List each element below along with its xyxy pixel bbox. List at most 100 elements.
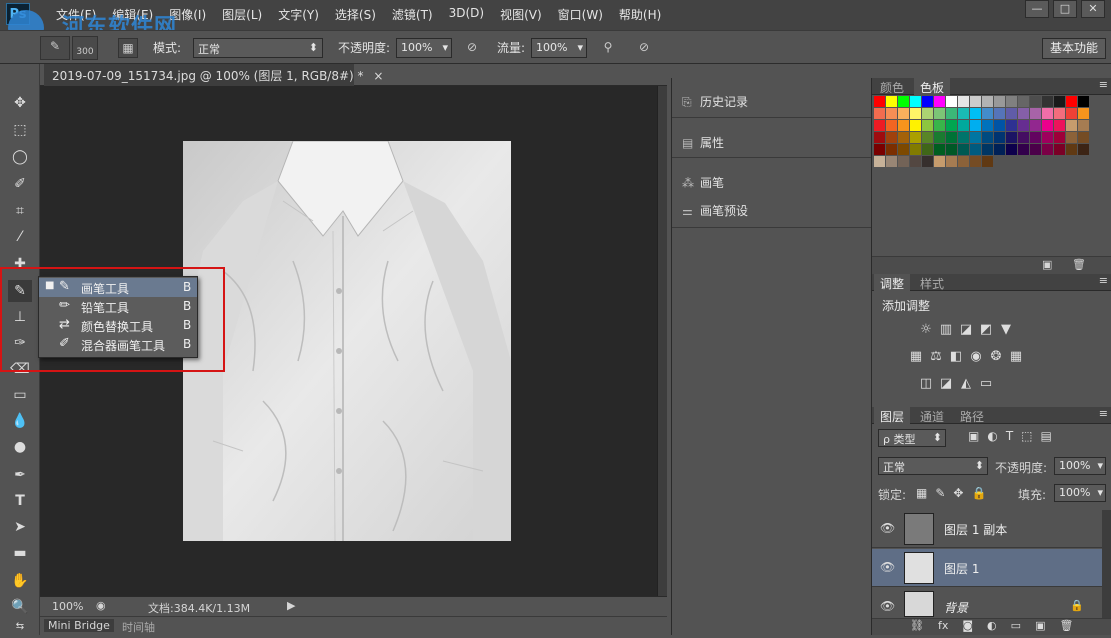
swatch[interactable] <box>874 132 885 143</box>
swatch[interactable] <box>970 96 981 107</box>
brightness-icon[interactable]: ☼ <box>918 322 934 338</box>
pixel-filter-icon[interactable]: ▣ <box>968 429 979 443</box>
swatch[interactable] <box>958 156 969 167</box>
swatch[interactable] <box>898 96 909 107</box>
menu-file[interactable]: 文件(F) <box>48 6 104 23</box>
marquee-tool-icon[interactable]: ⬚ <box>8 119 32 141</box>
swatch[interactable] <box>1030 108 1041 119</box>
swatch[interactable] <box>982 144 993 155</box>
menu-type[interactable]: 文字(Y) <box>270 6 327 23</box>
gradient-tool-icon[interactable]: ▭ <box>8 384 32 406</box>
swatch[interactable] <box>1042 144 1053 155</box>
type-filter-icon[interactable]: T <box>1006 429 1013 443</box>
zoom-level[interactable]: 100% <box>52 600 83 613</box>
swatch[interactable] <box>1078 120 1089 131</box>
swatch[interactable] <box>1066 108 1077 119</box>
swatch[interactable] <box>1042 96 1053 107</box>
dodge-tool-icon[interactable]: ● <box>8 436 32 458</box>
pressure-opacity-icon[interactable]: ⊘ <box>462 38 482 58</box>
layer-row[interactable]: 👁 背景 🔒 <box>872 588 1102 618</box>
canvas-scrollbar[interactable] <box>657 86 667 596</box>
brush-presets-panel-button[interactable]: ⚌ 画笔预设 <box>682 202 748 219</box>
layer-style-icon[interactable]: fx <box>938 619 948 635</box>
swatch[interactable] <box>886 144 897 155</box>
document-image[interactable] <box>183 141 511 541</box>
menu-3d[interactable]: 3D(D) <box>441 6 492 23</box>
share-icon[interactable]: ◉ <box>96 599 106 612</box>
swatch[interactable] <box>1042 132 1053 143</box>
posterize-icon[interactable]: ◪ <box>938 376 954 392</box>
color-lookup-icon[interactable]: ▦ <box>1008 349 1024 365</box>
flow-field[interactable]: 100% ▾ <box>531 38 587 58</box>
workspace-switcher[interactable]: 基本功能 <box>1042 38 1106 59</box>
menu-select[interactable]: 选择(S) <box>327 6 384 23</box>
hand-tool-icon[interactable]: ✋ <box>8 570 32 592</box>
swatch[interactable] <box>922 120 933 131</box>
new-swatch-icon[interactable]: ▣ <box>1042 258 1052 271</box>
swatch[interactable] <box>958 144 969 155</box>
eye-icon[interactable]: 👁 <box>880 599 895 613</box>
swatch[interactable] <box>910 120 921 131</box>
tool-preset-picker[interactable]: ✎ <box>40 36 70 60</box>
swatch[interactable] <box>1054 108 1065 119</box>
close-window-button[interactable]: ✕ <box>1081 0 1105 18</box>
swatch[interactable] <box>874 144 885 155</box>
maximize-button[interactable]: □ <box>1053 0 1077 18</box>
swatch[interactable] <box>994 132 1005 143</box>
trash-icon[interactable]: 🗑 <box>1059 619 1073 635</box>
lock-all-icon[interactable]: 🔒 <box>971 486 986 500</box>
swatch[interactable] <box>946 144 957 155</box>
channel-mixer-icon[interactable]: ❂ <box>988 349 1004 365</box>
new-group-icon[interactable]: ▭ <box>1011 619 1021 635</box>
swatch[interactable] <box>1066 120 1077 131</box>
swatch[interactable] <box>982 156 993 167</box>
swatch[interactable] <box>970 120 981 131</box>
crop-tool-icon[interactable]: ⌗ <box>8 200 32 222</box>
type-tool-icon[interactable]: T <box>8 490 32 512</box>
tab-styles[interactable]: 样式 <box>914 274 950 291</box>
swatch[interactable] <box>1006 96 1017 107</box>
swatch[interactable] <box>886 108 897 119</box>
adjustment-filter-icon[interactable]: ◐ <box>987 429 997 443</box>
path-selection-tool-icon[interactable]: ➤ <box>8 516 32 538</box>
swatch[interactable] <box>982 96 993 107</box>
pen-tool-icon[interactable]: ✒ <box>8 464 32 486</box>
swatch[interactable] <box>1018 144 1029 155</box>
swatch[interactable] <box>910 108 921 119</box>
zoom-tool-icon[interactable]: 🔍 <box>8 596 32 618</box>
opacity-field[interactable]: 100% ▾ <box>396 38 452 58</box>
eye-icon[interactable]: 👁 <box>880 521 895 535</box>
swatch[interactable] <box>934 144 945 155</box>
invert-icon[interactable]: ◫ <box>918 376 934 392</box>
tab-adjustments[interactable]: 调整 <box>874 274 911 291</box>
panel-menu-icon[interactable]: ≡ <box>1099 78 1108 91</box>
swatch[interactable] <box>922 108 933 119</box>
swatch[interactable] <box>1054 120 1065 131</box>
swatch[interactable] <box>982 108 993 119</box>
swatch[interactable] <box>970 132 981 143</box>
hue-saturation-icon[interactable]: ▦ <box>908 349 924 365</box>
swatch[interactable] <box>922 156 933 167</box>
new-adjustment-icon[interactable]: ◐ <box>987 619 997 635</box>
swatch[interactable] <box>1078 108 1089 119</box>
swatch[interactable] <box>994 120 1005 131</box>
smart-object-filter-icon[interactable]: ▤ <box>1041 429 1052 443</box>
swatch[interactable] <box>1054 96 1065 107</box>
swatch[interactable] <box>934 108 945 119</box>
brush-size-picker[interactable]: 300 <box>72 36 98 60</box>
tab-color[interactable]: 颜色 <box>874 78 910 95</box>
swatch[interactable] <box>874 96 885 107</box>
tab-timeline[interactable]: 时间轴 <box>122 619 155 635</box>
swatch[interactable] <box>1030 144 1041 155</box>
tab-layers[interactable]: 图层 <box>874 407 911 424</box>
shape-filter-icon[interactable]: ⬚ <box>1021 429 1032 443</box>
swatch[interactable] <box>958 108 969 119</box>
swatch[interactable] <box>1066 144 1077 155</box>
lock-position-icon[interactable]: ✥ <box>953 486 963 500</box>
tab-mini-bridge[interactable]: Mini Bridge <box>44 619 114 632</box>
swatch[interactable] <box>994 96 1005 107</box>
swatch[interactable] <box>874 120 885 131</box>
swatch[interactable] <box>1078 132 1089 143</box>
swatch[interactable] <box>1054 144 1065 155</box>
swatch[interactable] <box>982 132 993 143</box>
